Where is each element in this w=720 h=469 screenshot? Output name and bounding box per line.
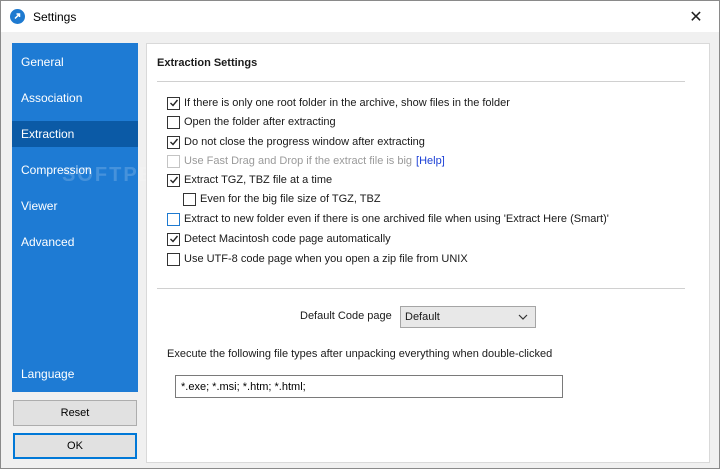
code-page-label: Default Code page bbox=[300, 310, 392, 322]
section-title: Extraction Settings bbox=[157, 57, 258, 69]
checkbox[interactable] bbox=[167, 135, 180, 149]
window-title: Settings bbox=[33, 9, 77, 24]
option-label: Even for the big file size of TGZ, TBZ bbox=[200, 193, 381, 205]
divider bbox=[157, 288, 685, 289]
option-detect-mac-code-page[interactable]: Detect Macintosh code page automatically bbox=[167, 231, 391, 247]
checkmark-icon bbox=[169, 138, 178, 146]
checkmark-icon bbox=[169, 235, 178, 243]
checkbox[interactable] bbox=[167, 232, 180, 246]
checkmark-icon bbox=[169, 99, 178, 107]
option-big-tgz-tbz[interactable]: Even for the big file size of TGZ, TBZ bbox=[183, 191, 381, 207]
option-label: Do not close the progress window after e… bbox=[184, 136, 425, 148]
option-utf8-code-page[interactable]: Use UTF-8 code page when you open a zip … bbox=[167, 251, 468, 267]
reset-button[interactable]: Reset bbox=[13, 400, 137, 426]
close-icon[interactable]: ✕ bbox=[673, 1, 719, 32]
sidebar-item-extraction[interactable]: Extraction bbox=[12, 121, 138, 147]
checkbox[interactable] bbox=[167, 252, 180, 266]
settings-window: Settings ✕ General Association Extractio… bbox=[0, 0, 720, 469]
checkmark-icon bbox=[169, 176, 178, 184]
option-label: Extract to new folder even if there is o… bbox=[184, 213, 609, 225]
ok-button[interactable]: OK bbox=[13, 433, 137, 459]
checkbox[interactable] bbox=[167, 115, 180, 129]
option-fast-drag-drop: Use Fast Drag and Drop if the extract fi… bbox=[167, 153, 445, 169]
sidebar-item-advanced[interactable]: Advanced bbox=[12, 229, 138, 255]
sidebar-item-general[interactable]: General bbox=[12, 49, 138, 75]
sidebar-item-language[interactable]: Language bbox=[12, 361, 138, 387]
option-label: Use UTF-8 code page when you open a zip … bbox=[184, 253, 468, 265]
sidebar-item-viewer[interactable]: Viewer bbox=[12, 193, 138, 219]
exec-file-types-input[interactable] bbox=[175, 375, 563, 398]
sidebar-item-association[interactable]: Association bbox=[12, 85, 138, 111]
option-show-root-folder-files[interactable]: If there is only one root folder in the … bbox=[167, 95, 510, 111]
checkbox[interactable] bbox=[167, 173, 180, 187]
option-keep-progress-window[interactable]: Do not close the progress window after e… bbox=[167, 134, 425, 150]
option-open-folder-after-extracting[interactable]: Open the folder after extracting bbox=[167, 114, 336, 130]
option-label: If there is only one root folder in the … bbox=[184, 97, 510, 109]
title-bar: Settings ✕ bbox=[1, 1, 719, 32]
option-extract-to-new-folder[interactable]: Extract to new folder even if there is o… bbox=[167, 211, 609, 227]
code-page-select[interactable]: Default bbox=[400, 306, 536, 328]
option-label: Detect Macintosh code page automatically bbox=[184, 233, 391, 245]
app-icon bbox=[10, 9, 25, 24]
chevron-down-icon bbox=[518, 314, 528, 320]
option-extract-tgz-tbz[interactable]: Extract TGZ, TBZ file at a time bbox=[167, 172, 332, 188]
help-link[interactable]: [Help] bbox=[416, 155, 445, 167]
option-label: Open the folder after extracting bbox=[184, 116, 336, 128]
divider bbox=[157, 81, 685, 82]
option-label: Extract TGZ, TBZ file at a time bbox=[184, 174, 333, 186]
checkbox[interactable] bbox=[167, 212, 180, 226]
sidebar: General Association Extraction Compressi… bbox=[12, 43, 192, 392]
option-label: Use Fast Drag and Drop if the extract fi… bbox=[184, 155, 413, 167]
extraction-settings-panel: Extraction Settings If there is only one… bbox=[146, 43, 710, 463]
sidebar-item-compression[interactable]: Compression bbox=[12, 157, 138, 183]
checkbox[interactable] bbox=[183, 192, 196, 206]
exec-file-types-label: Execute the following file types after u… bbox=[167, 348, 553, 360]
checkbox bbox=[167, 154, 180, 168]
checkbox[interactable] bbox=[167, 96, 180, 110]
code-page-value: Default bbox=[405, 311, 440, 323]
